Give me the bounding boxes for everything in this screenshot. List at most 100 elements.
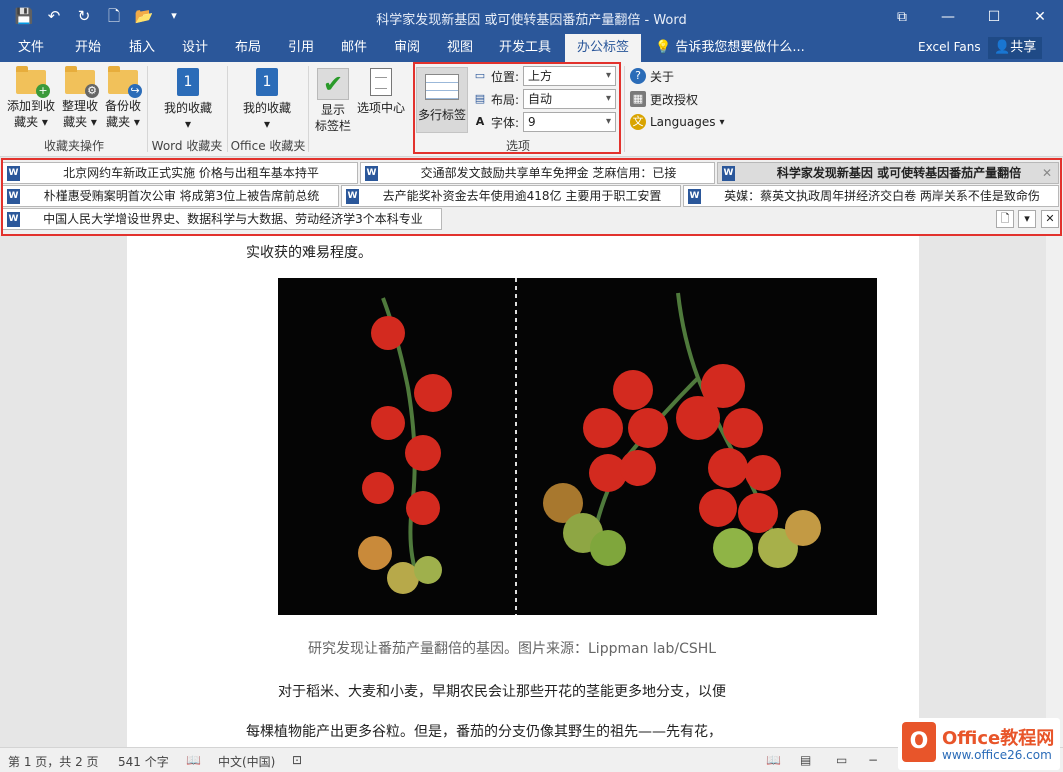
backup-label-2: 藏夹 ▾ — [106, 115, 140, 129]
tab-insert[interactable]: 插入 — [116, 34, 168, 62]
languages-icon: 文 — [630, 114, 646, 130]
group-label-options: 选项 — [505, 139, 530, 153]
tomato-photo — [278, 278, 877, 615]
tomato-image — [358, 278, 821, 615]
layout-label: 布局: — [491, 92, 520, 107]
add-favorites-label-2: 藏夹 ▾ — [14, 115, 48, 129]
share-button[interactable]: 👤共享 — [988, 37, 1043, 59]
save-icon[interactable]: 💾 — [14, 6, 34, 26]
book-icon: 1 — [177, 68, 199, 96]
tab-review[interactable]: 审阅 — [381, 34, 433, 62]
tab-developer[interactable]: 开发工具 — [490, 34, 560, 62]
new-document-icon[interactable]: 🗋 — [104, 6, 124, 26]
show-tabbar-button[interactable]: ✔ 显示 标签栏 — [312, 68, 354, 134]
font-select[interactable]: 9 — [523, 112, 616, 132]
minimize-icon[interactable]: — — [925, 0, 971, 34]
position-label: 位置: — [491, 69, 520, 84]
ribbon: + 添加到收 藏夹 ▾ ⚙ 整理收 藏夹 ▾ ↪ 备份收 藏夹 ▾ 收藏夹操作 … — [0, 62, 1063, 157]
word-doc-icon: W — [7, 189, 20, 204]
tab-layout[interactable]: 布局 — [222, 34, 274, 62]
multirow-tabs-button[interactable]: 多行标签 — [416, 67, 468, 133]
doc-tab[interactable]: W 交通部发文鼓励共享单车免押金 芝麻信用：已接 — [360, 162, 715, 184]
web-layout-icon[interactable]: ▭ — [836, 753, 847, 767]
document-icon — [370, 68, 392, 96]
backup-label-1: 备份收 — [104, 99, 141, 113]
page-count[interactable]: 第 1 页，共 2 页 — [8, 753, 99, 770]
backup-favorites-button[interactable]: ↪ 备份收 藏夹 ▾ — [101, 66, 145, 130]
watermark-url: www.office26.com — [942, 748, 1052, 762]
open-folder-icon[interactable]: 📂 — [134, 6, 154, 26]
doc-tab-label: 科学家发现新基因 或可使转基因番茄产量翻倍 — [776, 166, 1022, 180]
options-center-label: 选项中心 — [356, 101, 405, 115]
multirow-tabs-label: 多行标签 — [417, 108, 466, 122]
paragraph-text: 对于稻米、大麦和小麦，早期农民会让那些开花的茎能更多地分支，以便 — [278, 684, 726, 700]
layout-select[interactable]: 自动 — [523, 89, 616, 109]
language-status[interactable]: 中文(中国) — [218, 753, 275, 770]
office-my-favorites-button[interactable]: 1 我的收藏 ▾ — [232, 68, 302, 132]
window-controls: ⧉ — ☐ ✕ — [879, 0, 1063, 34]
close-icon[interactable]: ✕ — [1017, 0, 1063, 34]
tab-references[interactable]: 引用 — [275, 34, 327, 62]
ribbon-display-icon[interactable]: ⧉ — [879, 0, 925, 34]
show-tabbar-label-1: 显示 — [320, 103, 345, 117]
font-label: 字体: — [491, 115, 520, 130]
position-select[interactable]: 上方 — [523, 66, 616, 86]
vertical-scrollbar[interactable] — [1046, 236, 1063, 747]
close-document-icon[interactable]: ✕ — [1041, 210, 1059, 228]
tell-me-box[interactable]: 💡 告诉我您想要做什么... — [655, 34, 805, 62]
options-center-button[interactable]: 选项中心 — [356, 68, 406, 116]
proofing-icon[interactable]: 📖 — [186, 753, 201, 767]
print-layout-icon[interactable]: ▤ — [800, 753, 811, 767]
tab-file[interactable]: 文件 — [6, 34, 56, 62]
tab-list-dropdown-icon[interactable]: ▾ — [1018, 210, 1036, 228]
tab-close-icon[interactable]: ✕ — [1042, 163, 1052, 183]
redo-icon[interactable]: ↻ — [74, 6, 94, 26]
doc-tab[interactable]: W 朴槿惠受贿案明首次公审 将成第3位上被告席前总统 — [2, 185, 339, 207]
read-mode-icon[interactable]: 📖 — [766, 753, 781, 767]
doc-tab[interactable]: W 北京网约车新政正式实施 价格与出租车基本持平 — [2, 162, 358, 184]
tab-design[interactable]: 设计 — [169, 34, 221, 62]
ribbon-separator — [624, 66, 625, 152]
help-icon: ? — [630, 68, 646, 84]
undo-icon[interactable]: ↶ — [44, 6, 64, 26]
zoom-out-icon[interactable]: − — [868, 753, 878, 767]
tab-view[interactable]: 视图 — [434, 34, 486, 62]
account-name[interactable]: Excel Fans — [918, 34, 981, 62]
languages-label: Languages — [650, 115, 716, 129]
doc-tab-label: 中国人民大学增设世界史、数据科学与大数据、劳动经济学3个本科专业 — [43, 212, 423, 226]
doc-tab[interactable]: W 去产能奖补资金去年使用逾418亿 主要用于职工安置 — [341, 185, 681, 207]
share-label: 共享 — [1010, 40, 1037, 55]
tab-office-tab[interactable]: 办公标签 — [565, 34, 641, 62]
folder-backup-icon: ↪ — [108, 66, 142, 98]
word-count[interactable]: 541 个字 — [118, 753, 169, 770]
group-label-favorites-ops: 收藏夹操作 — [43, 139, 104, 153]
word-my-favorites-button[interactable]: 1 我的收藏 ▾ — [152, 68, 224, 132]
check-icon: ✔ — [317, 68, 349, 100]
office-favorites-button-label: 我的收藏 — [242, 101, 291, 115]
tell-me-text: 告诉我您想要做什么... — [675, 40, 805, 55]
doc-tab-label: 北京网约车新政正式实施 价格与出租车基本持平 — [63, 166, 319, 180]
doc-tab-label: 朴槿惠受贿案明首次公审 将成第3位上被告席前总统 — [43, 189, 320, 203]
maximize-icon[interactable]: ☐ — [971, 0, 1017, 34]
quick-access-toolbar: 💾 ↶ ↻ 🗋 📂 ▾ — [14, 6, 184, 26]
organize-label-1: 整理收 — [61, 99, 98, 113]
lightbulb-icon: 💡 — [655, 40, 672, 55]
doc-tab[interactable]: W 中国人民大学增设世界史、数据科学与大数据、劳动经济学3个本科专业 — [2, 208, 442, 230]
font-size-icon: A — [475, 115, 485, 128]
tab-home[interactable]: 开始 — [62, 34, 114, 62]
add-to-favorites-button[interactable]: + 添加到收 藏夹 ▾ — [4, 66, 58, 130]
languages-button[interactable]: 文 Languages ▾ — [630, 111, 725, 133]
about-button[interactable]: ? 关于 — [630, 65, 674, 87]
customize-qat-icon[interactable]: ▾ — [164, 6, 184, 26]
doc-tab[interactable]: W 英媒：蔡英文执政周年拼经济交白卷 两岸关系不佳是致命伤 — [683, 185, 1059, 207]
paragraph-text: 每棵植物能产出更多谷粒。但是，番茄的分支仍像其野生的祖先——先有花， — [246, 724, 722, 740]
change-license-button[interactable]: ▦ 更改授权 — [630, 88, 698, 110]
word-doc-icon: W — [7, 212, 20, 227]
organize-favorites-button[interactable]: ⚙ 整理收 藏夹 ▾ — [58, 66, 102, 130]
new-tab-icon[interactable]: 🗋 — [996, 210, 1014, 228]
paragraph-text: 实收获的难易程度。 — [246, 245, 372, 261]
doc-tab-active[interactable]: W 科学家发现新基因 或可使转基因番茄产量翻倍 ✕ — [717, 162, 1059, 184]
font-option: A 字体: 9 — [472, 111, 616, 133]
macro-record-icon[interactable]: ⊡ — [292, 753, 302, 767]
tab-mailings[interactable]: 邮件 — [328, 34, 380, 62]
